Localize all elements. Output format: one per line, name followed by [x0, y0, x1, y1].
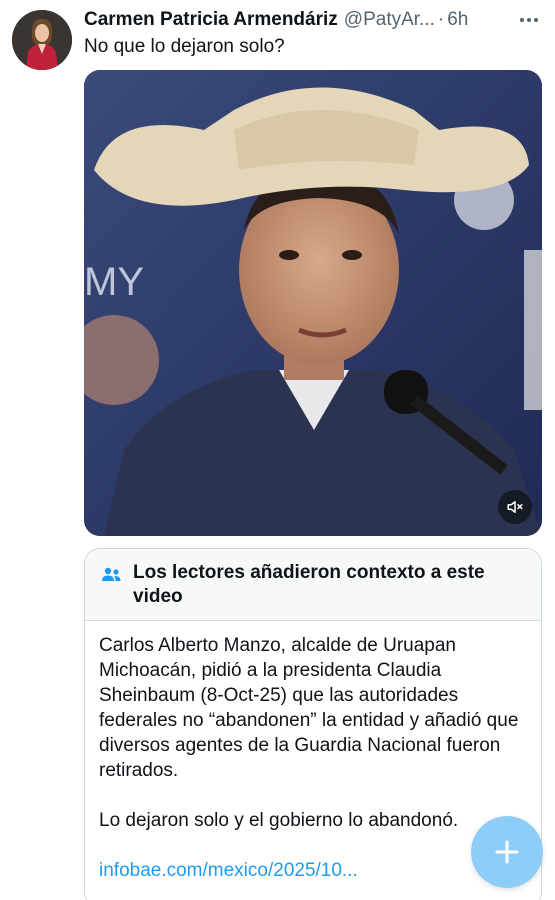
note-paragraph: Lo dejaron solo y el gobierno lo abandon… [99, 810, 459, 831]
author-handle[interactable]: @PatyAr... [344, 9, 435, 31]
compose-button[interactable] [471, 816, 543, 888]
people-icon [102, 567, 121, 581]
speaker-muted-icon [507, 501, 523, 513]
mute-button[interactable] [498, 490, 532, 524]
avatar[interactable] [12, 10, 72, 70]
tweet-header: Carmen Patricia Armendáriz @PatyAr... · … [84, 8, 515, 32]
note-source-link[interactable]: infobae.com/mexico/2025/10... [99, 858, 527, 883]
more-options-icon[interactable] [517, 8, 541, 32]
video-player[interactable]: MY [84, 70, 542, 536]
avatar-image [12, 10, 72, 70]
separator: · [437, 9, 445, 30]
community-notes-header: Los lectores añadieron contexto a este v… [85, 549, 541, 621]
author-name[interactable]: Carmen Patricia Armendáriz [84, 9, 338, 31]
svg-text:MY: MY [84, 260, 144, 304]
tweet-text: No que lo dejaron solo? [84, 36, 285, 57]
timestamp[interactable]: 6h [447, 9, 468, 31]
plus-icon [495, 840, 519, 864]
community-notes-title: Los lectores añadieron contexto a este v… [133, 562, 485, 607]
video-frame: MY [84, 70, 542, 536]
note-paragraph: Carlos Alberto Manzo, alcalde de Uruapan… [99, 635, 519, 781]
